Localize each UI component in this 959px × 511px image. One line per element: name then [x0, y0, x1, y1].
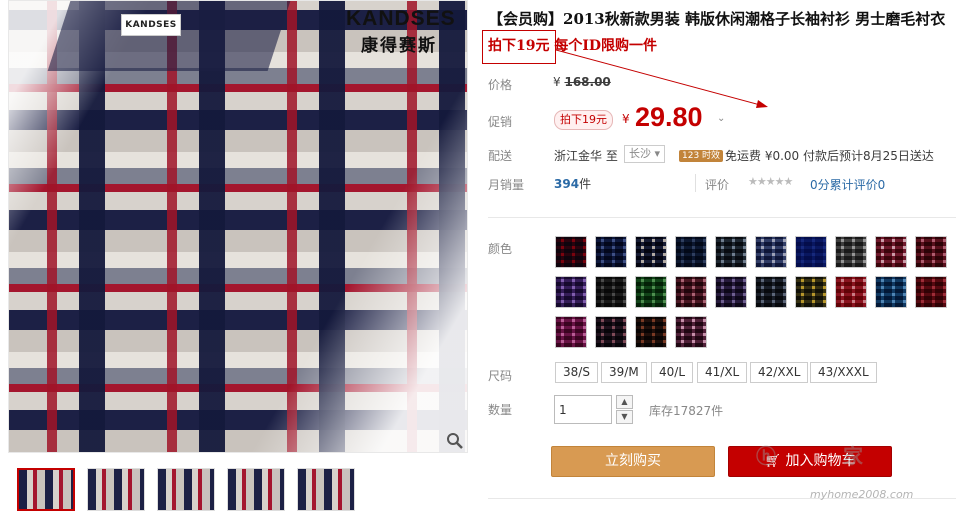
promo-price: 29.80 [635, 102, 703, 132]
color-swatch[interactable] [675, 236, 707, 268]
color-swatch[interactable] [635, 236, 667, 268]
buy-now-button[interactable]: 立刻购买 [551, 446, 715, 477]
color-swatch[interactable] [875, 236, 907, 268]
monthly-sales: 394件 [554, 175, 591, 192]
brand-logo-en: KANDSES [346, 7, 456, 30]
color-swatch[interactable] [915, 236, 947, 268]
divider [488, 217, 956, 218]
monthly-sales-label: 月销量 [488, 178, 525, 192]
brand-logo-cn: 康得赛斯 [361, 36, 437, 56]
thumbnail-1[interactable] [17, 468, 75, 511]
color-swatch[interactable] [715, 276, 747, 308]
color-swatch[interactable] [795, 236, 827, 268]
color-swatch[interactable] [715, 236, 747, 268]
color-swatch[interactable] [635, 276, 667, 308]
watermark-logo: ⓗ 家 [756, 444, 863, 468]
size-option[interactable]: 43/XXXL [810, 362, 877, 383]
delivery-time-badge: 123 时效 [679, 150, 724, 162]
color-swatch[interactable] [555, 236, 587, 268]
zoom-icon[interactable] [446, 432, 464, 450]
promo-label: 促销 [488, 115, 513, 129]
chevron-down-icon[interactable]: ⌄ [717, 113, 725, 124]
product-title: 【会员购】2013秋新款男装 韩版休闲潮格子长袖衬衫 男士磨毛衬衣 [488, 10, 946, 28]
ship-from-city: 浙江金华 [554, 149, 603, 163]
thumbnail-5[interactable] [297, 468, 355, 511]
currency-symbol: ¥ [553, 75, 561, 89]
ship-to-select[interactable]: 长沙 ▾ [624, 145, 666, 163]
quantity-label: 数量 [488, 403, 513, 417]
price-label: 价格 [488, 78, 513, 92]
quantity-decrement-button[interactable]: ▼ [616, 410, 633, 424]
shipping-label: 配送 [488, 149, 513, 163]
size-option[interactable]: 38/S [555, 362, 598, 383]
thumbnail-2[interactable] [87, 468, 145, 511]
ship-to-value: 长沙 [629, 147, 651, 160]
watermark-text: 家 [842, 444, 863, 468]
shipping-info: 免运费 ¥0.00 付款后预计8月25日送达 [725, 149, 934, 163]
promo-currency: ¥ [622, 112, 630, 126]
color-swatch[interactable] [675, 276, 707, 308]
color-swatch[interactable] [835, 236, 867, 268]
watermark-url: myhome2008.com [810, 488, 914, 501]
color-label: 颜色 [488, 242, 513, 256]
color-swatch[interactable] [595, 236, 627, 268]
stock-info: 库存17827件 [649, 404, 724, 418]
color-swatch[interactable] [835, 276, 867, 308]
rating-stars-icon: ★★★★★ [748, 175, 793, 188]
color-swatch[interactable] [795, 276, 827, 308]
color-swatch[interactable] [595, 276, 627, 308]
sales-count: 394 [554, 177, 580, 191]
dropdown-arrow-icon: ▾ [654, 147, 661, 160]
color-swatch[interactable] [675, 316, 707, 348]
color-swatch[interactable] [555, 276, 587, 308]
ship-from: 浙江金华 至 [554, 147, 618, 164]
color-swatch[interactable] [555, 316, 587, 348]
thumbnail-4[interactable] [227, 468, 285, 511]
size-option[interactable]: 39/M [601, 362, 647, 383]
original-price: ¥ 168.00 [553, 75, 611, 89]
size-label: 尺码 [488, 369, 513, 383]
shirt-brand-tag: KANDSES [121, 14, 181, 36]
rating-label: 评价 [705, 178, 730, 192]
divider [695, 174, 696, 192]
color-swatch[interactable] [595, 316, 627, 348]
size-option[interactable]: 42/XXL [750, 362, 809, 383]
sales-unit: 件 [579, 177, 592, 191]
color-swatch[interactable] [755, 276, 787, 308]
original-price-value: 168.00 [564, 75, 611, 89]
color-swatch[interactable] [875, 276, 907, 308]
color-swatch[interactable] [635, 316, 667, 348]
shirt-collar [47, 1, 291, 71]
promo-tag: 拍下19元 [554, 110, 613, 130]
color-swatch[interactable] [755, 236, 787, 268]
size-option[interactable]: 40/L [651, 362, 693, 383]
quantity-input[interactable] [554, 395, 612, 424]
quantity-increment-button[interactable]: ▲ [616, 395, 633, 409]
rating-summary[interactable]: 0分累计评价0 [810, 176, 885, 193]
thumbnail-3[interactable] [157, 468, 215, 511]
color-swatch[interactable] [915, 276, 947, 308]
size-option[interactable]: 41/XL [697, 362, 748, 383]
main-product-image[interactable]: KANDSES KANDSES 康得赛斯 [8, 0, 468, 453]
ship-to-word: 至 [605, 149, 618, 163]
